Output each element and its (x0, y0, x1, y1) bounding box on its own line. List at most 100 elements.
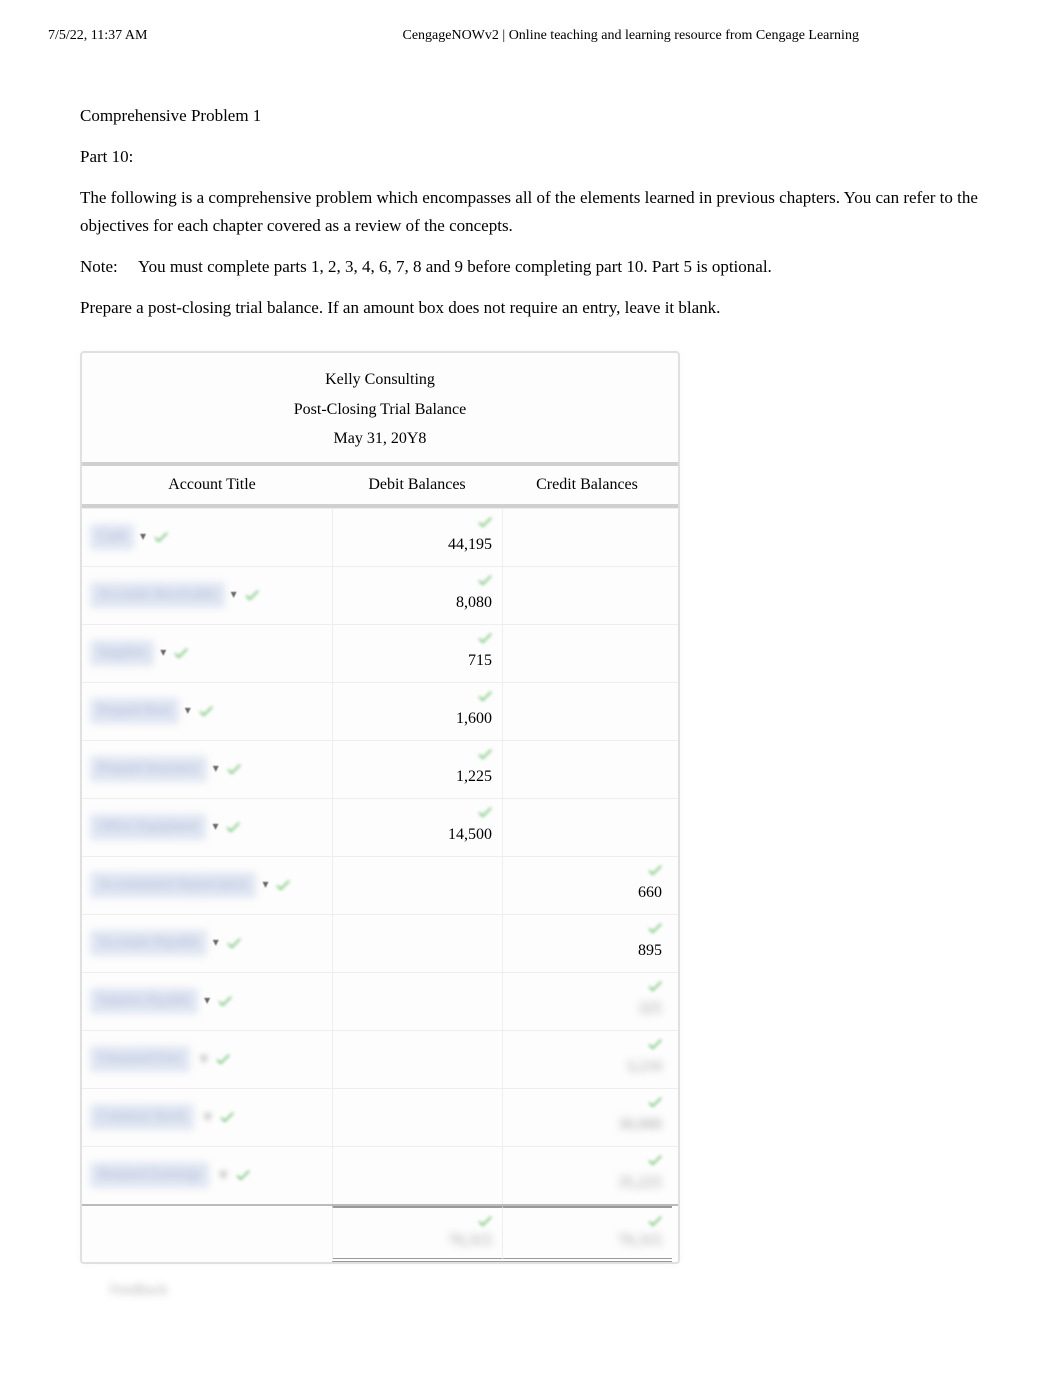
debit-cell[interactable] (332, 915, 502, 972)
totals-credit-cell[interactable]: 70,315 (502, 1206, 672, 1262)
chevron-down-icon[interactable]: ▾ (185, 701, 191, 720)
debit-cell[interactable] (332, 1147, 502, 1204)
credit-cell[interactable]: 325 (502, 973, 672, 1030)
table-row: Unearned Fees ▾ 3,210 (82, 1030, 678, 1088)
table-row: Common Stock ▾ 30,000 (82, 1088, 678, 1146)
account-cell[interactable]: Salaries Payable ▾ (82, 973, 332, 1030)
totals-label-cell (82, 1206, 332, 1262)
credit-cell[interactable]: 895 (502, 915, 672, 972)
chevron-down-icon[interactable]: ▾ (219, 1161, 228, 1188)
chevron-down-icon[interactable]: ▾ (212, 817, 218, 836)
account-title-select[interactable]: Office Equipment (90, 814, 206, 840)
credit-value: 325 (638, 980, 662, 1022)
note-text: You must complete parts 1, 2, 3, 4, 6, 7… (138, 253, 772, 280)
check-icon (197, 702, 215, 720)
totals-debit-value: 70,315 (448, 1212, 492, 1254)
account-cell[interactable]: Common Stock ▾ (82, 1089, 332, 1146)
table-row: Accounts Payable ▾ 895 (82, 914, 678, 972)
account-title-select[interactable]: Unearned Fees (90, 1046, 190, 1072)
check-icon (214, 1050, 232, 1068)
debit-cell[interactable] (332, 857, 502, 914)
chevron-down-icon[interactable]: ▾ (213, 933, 219, 952)
check-icon (476, 629, 494, 647)
account-title-select[interactable]: Retained Earnings (90, 1162, 209, 1188)
debit-cell[interactable]: 8,080 (332, 567, 502, 624)
check-icon (274, 876, 292, 894)
table-row: Cash ▾ 44,195 (82, 508, 678, 566)
problem-heading: Comprehensive Problem 1 (80, 102, 982, 129)
credit-cell[interactable]: 660 (502, 857, 672, 914)
statement-date: May 31, 20Y8 (90, 424, 670, 454)
chevron-down-icon[interactable]: ▾ (262, 875, 268, 894)
timestamp: 7/5/22, 11:37 AM (48, 28, 147, 44)
check-icon (224, 818, 242, 836)
col-debit: Debit Balances (332, 472, 502, 498)
credit-cell[interactable] (502, 683, 672, 740)
account-title-select[interactable]: Common Stock (90, 1104, 194, 1130)
account-cell[interactable]: Cash ▾ (82, 509, 332, 566)
table-row: Office Equipment ▾ 14,500 (82, 798, 678, 856)
table-row: Supplies ▾ 715 (82, 624, 678, 682)
credit-cell[interactable] (502, 799, 672, 856)
credit-cell[interactable]: 3,210 (502, 1031, 672, 1088)
debit-cell[interactable]: 1,225 (332, 741, 502, 798)
table-row: Accumulated Depreciation ▾ 660 (82, 856, 678, 914)
credit-cell[interactable]: 35,225 (502, 1147, 672, 1204)
chevron-down-icon[interactable]: ▾ (140, 527, 146, 546)
check-icon (646, 861, 664, 879)
chevron-down-icon[interactable]: ▾ (200, 1045, 209, 1072)
debit-cell[interactable] (332, 1031, 502, 1088)
print-header: 7/5/22, 11:37 AM CengageNOWv2 | Online t… (0, 0, 1062, 52)
note-row: Note: You must complete parts 1, 2, 3, 4… (80, 253, 982, 280)
check-icon (218, 1108, 236, 1126)
account-title-select[interactable]: Accumulated Depreciation (90, 872, 256, 898)
account-cell[interactable]: Retained Earnings ▾ (82, 1147, 332, 1204)
table-title-block: Kelly Consulting Post-Closing Trial Bala… (82, 353, 678, 466)
instruction-text: Prepare a post-closing trial balance. If… (80, 294, 982, 321)
account-cell[interactable]: Prepaid Rent ▾ (82, 683, 332, 740)
check-icon (225, 934, 243, 952)
chevron-down-icon[interactable]: ▾ (213, 759, 219, 778)
account-title-select[interactable]: Salaries Payable (90, 988, 198, 1014)
account-cell[interactable]: Office Equipment ▾ (82, 799, 332, 856)
totals-row: 70,31570,315 (82, 1204, 678, 1262)
chevron-down-icon[interactable]: ▾ (204, 1103, 213, 1130)
account-title-select[interactable]: Prepaid Rent (90, 698, 179, 724)
account-title-select[interactable]: Accounts Receivable (90, 582, 225, 608)
account-title-select[interactable]: Cash (90, 524, 134, 550)
account-cell[interactable]: Prepaid Insurance ▾ (82, 741, 332, 798)
credit-cell[interactable] (502, 509, 672, 566)
account-cell[interactable]: Accounts Payable ▾ (82, 915, 332, 972)
check-icon (476, 571, 494, 589)
debit-cell[interactable]: 14,500 (332, 799, 502, 856)
credit-cell[interactable]: 30,000 (502, 1089, 672, 1146)
credit-value: 35,225 (618, 1154, 662, 1196)
account-cell[interactable]: Supplies ▾ (82, 625, 332, 682)
account-title-select[interactable]: Supplies (90, 640, 154, 666)
check-icon (646, 919, 664, 937)
account-cell[interactable]: Accounts Receivable ▾ (82, 567, 332, 624)
account-title-select[interactable]: Accounts Payable (90, 930, 207, 956)
debit-cell[interactable]: 44,195 (332, 509, 502, 566)
account-cell[interactable]: Accumulated Depreciation ▾ (82, 857, 332, 914)
chevron-down-icon[interactable]: ▾ (204, 991, 210, 1010)
feedback-toggle[interactable]: Feedback (110, 1278, 982, 1302)
doc-title: CengageNOWv2 | Online teaching and learn… (247, 28, 1014, 44)
debit-cell[interactable] (332, 973, 502, 1030)
account-title-select[interactable]: Prepaid Insurance (90, 756, 207, 782)
chevron-down-icon[interactable]: ▾ (231, 585, 237, 604)
table-row: Prepaid Rent ▾ 1,600 (82, 682, 678, 740)
chevron-down-icon[interactable]: ▾ (160, 643, 166, 662)
column-headers: Account Title Debit Balances Credit Bala… (82, 466, 678, 508)
totals-debit-cell[interactable]: 70,315 (332, 1206, 502, 1262)
credit-cell[interactable] (502, 567, 672, 624)
debit-cell[interactable]: 715 (332, 625, 502, 682)
account-cell[interactable]: Unearned Fees ▾ (82, 1031, 332, 1088)
credit-cell[interactable] (502, 741, 672, 798)
intro-text: The following is a comprehensive problem… (80, 184, 982, 238)
debit-cell[interactable] (332, 1089, 502, 1146)
check-icon (476, 803, 494, 821)
content-area: Comprehensive Problem 1 Part 10: The fol… (0, 52, 1062, 1322)
debit-cell[interactable]: 1,600 (332, 683, 502, 740)
credit-cell[interactable] (502, 625, 672, 682)
